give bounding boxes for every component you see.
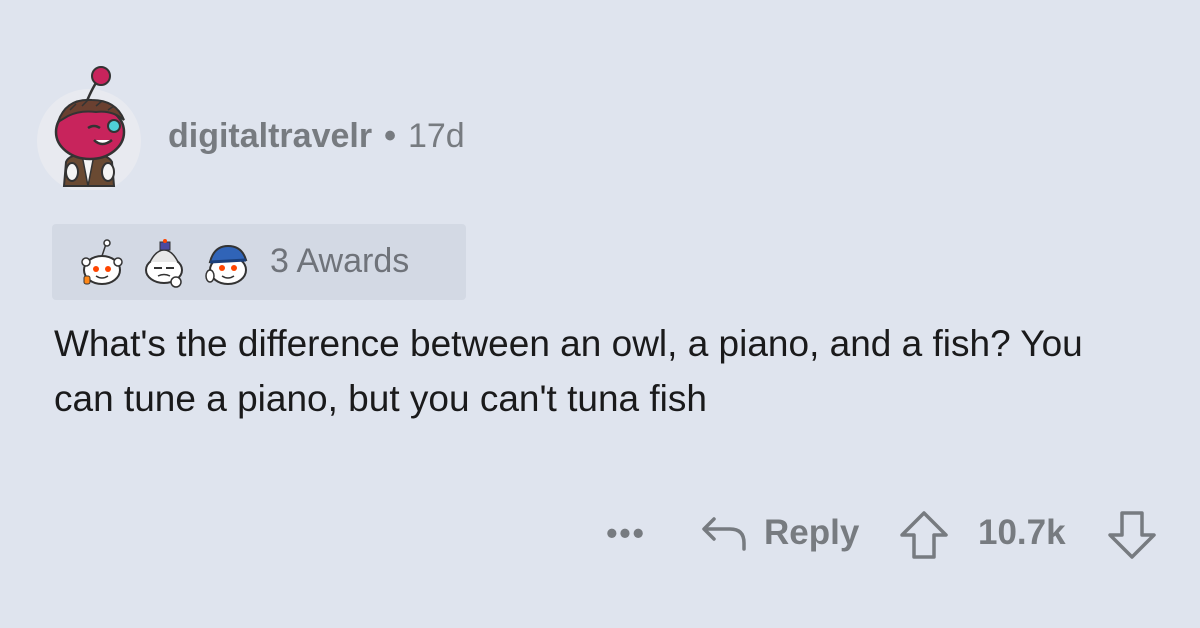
comment-body: What's the difference between an owl, a …	[54, 323, 1083, 419]
comment-meta: digitaltravelr • 17d	[168, 114, 465, 158]
downvote-arrow-icon[interactable]	[1106, 509, 1158, 561]
wholesome-award-icon	[81, 239, 123, 285]
awards-bar[interactable]: 3 Awards	[52, 224, 466, 300]
reply-arrow-icon	[702, 517, 746, 551]
author-avatar[interactable]	[36, 64, 142, 193]
take-my-energy-award-icon	[145, 239, 183, 288]
reply-button[interactable]: Reply	[700, 509, 859, 557]
vote-score: 10.7k	[978, 513, 1066, 552]
helpful-award-icon	[205, 244, 248, 285]
comment-actions: ••• Reply 10.7k	[0, 505, 1200, 561]
snoo-avatar-icon	[37, 66, 141, 193]
more-options-button[interactable]: •••	[594, 511, 658, 555]
awards-count-label: 3 Awards	[270, 242, 410, 280]
author-username[interactable]: digitaltravelr	[168, 117, 372, 156]
comment-age: 17d	[407, 116, 465, 155]
meta-separator: •	[384, 116, 396, 155]
upvote-arrow-icon[interactable]	[898, 509, 950, 561]
more-options-label: •••	[606, 514, 646, 551]
reply-label: Reply	[764, 513, 860, 552]
